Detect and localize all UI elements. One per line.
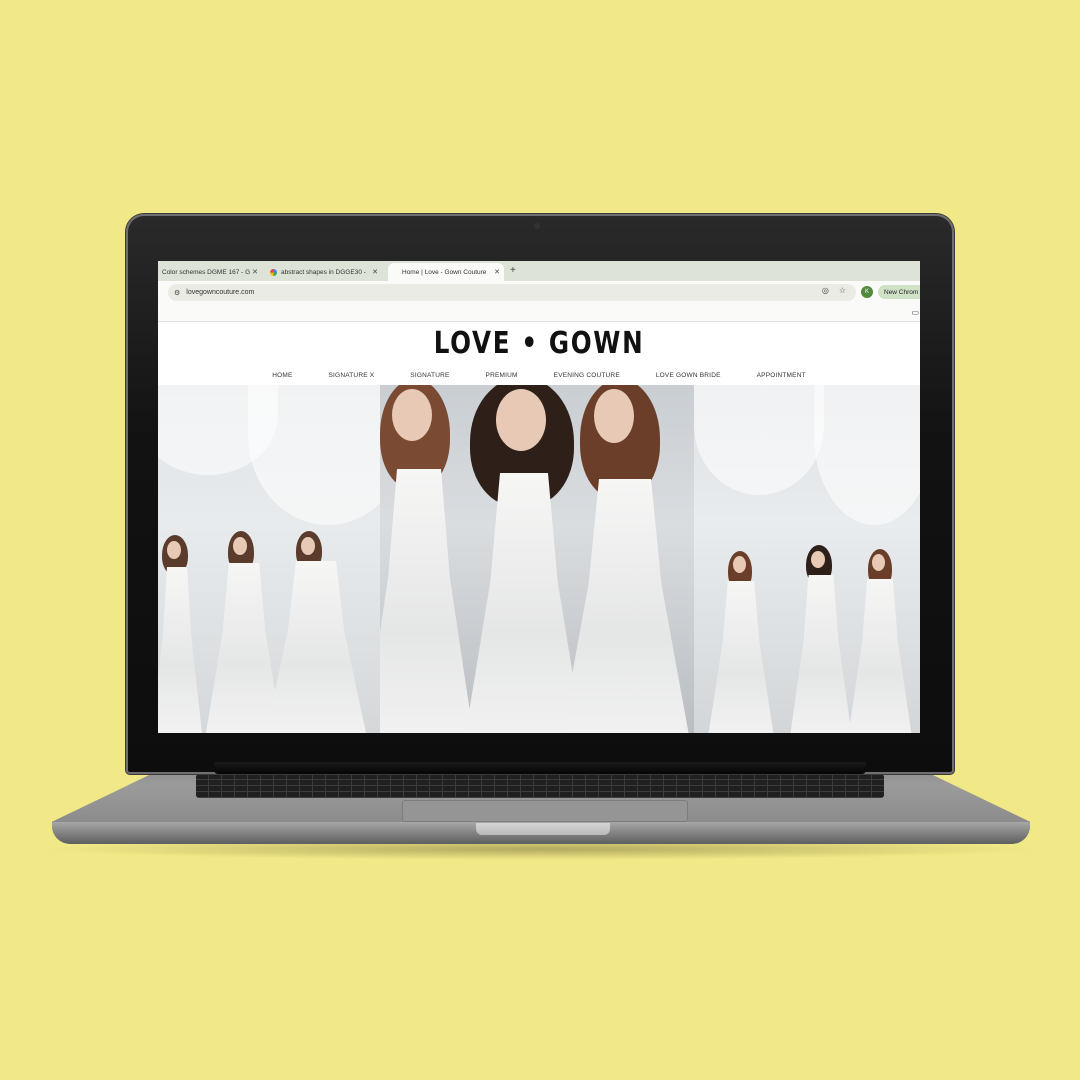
tab-title: abstract shapes in DGGE30 - [281, 268, 366, 276]
tab-strip: Color schemes DGME 167 - G ✕ abstract sh… [158, 261, 920, 281]
folder-icon[interactable]: ▭ [911, 308, 919, 317]
site-header: LOVE • GOWN HOME SIGNATURE X SIGNATURE P… [158, 322, 920, 385]
drape-shape [248, 385, 380, 525]
laptop-notch [476, 823, 610, 835]
tab-color-schemes[interactable]: Color schemes DGME 167 - G ✕ [162, 263, 262, 281]
new-chrome-button[interactable]: New Chrom [878, 285, 920, 299]
profile-avatar[interactable]: K [861, 286, 873, 298]
drape-shape [694, 385, 824, 495]
close-tab-icon[interactable]: ✕ [494, 268, 500, 276]
nav-signature-x[interactable]: SIGNATURE X [311, 372, 393, 379]
nav-home[interactable]: HOME [254, 372, 310, 379]
tab-love-gown-home[interactable]: Home | Love - Gown Couture ✕ [388, 263, 504, 281]
site-settings-icon[interactable]: ⚙ [174, 289, 180, 297]
site-logo[interactable]: LOVE • GOWN [227, 326, 852, 361]
hero-gallery [158, 385, 920, 733]
bookmark-star-icon[interactable]: ☆ [839, 286, 846, 295]
bookmarks-bar: ▭ [158, 305, 920, 322]
main-nav: HOME SIGNATURE X SIGNATURE PREMIUM EVENI… [158, 372, 920, 379]
address-bar[interactable]: ⚙ lovegowncouture.com ◎ ☆ [168, 284, 856, 301]
close-tab-icon[interactable]: ✕ [372, 268, 378, 276]
close-tab-icon[interactable]: ✕ [252, 268, 258, 276]
nav-signature[interactable]: SIGNATURE [392, 372, 467, 379]
tab-abstract-shapes[interactable]: abstract shapes in DGGE30 - ✕ [270, 263, 382, 281]
webcam [534, 223, 540, 229]
nav-evening-couture[interactable]: EVENING COUTURE [536, 372, 638, 379]
nav-premium[interactable]: PREMIUM [468, 372, 536, 379]
toolbar: ⚙ lovegowncouture.com ◎ ☆ K New Chrom [158, 281, 920, 305]
google-favicon-icon [270, 268, 277, 276]
laptop-trackpad [402, 800, 688, 822]
hero-photo-left[interactable] [158, 385, 380, 733]
drape-shape [814, 385, 920, 525]
new-tab-icon[interactable]: + [510, 265, 516, 276]
hero-photo-center[interactable] [380, 385, 694, 733]
hero-photo-right[interactable] [694, 385, 920, 733]
laptop-keyboard [196, 774, 884, 798]
nav-love-gown-bride[interactable]: LOVE GOWN BRIDE [638, 372, 739, 379]
laptop-hinge [214, 762, 866, 774]
tab-title: Color schemes DGME 167 - G [162, 268, 251, 276]
tab-title: Home | Love - Gown Couture [402, 268, 487, 276]
laptop-screen: Color schemes DGME 167 - G ✕ abstract sh… [158, 261, 920, 733]
omnibox-actions: ◎ ☆ [822, 286, 846, 295]
eye-off-icon[interactable]: ◎ [822, 286, 829, 295]
nav-appointment[interactable]: APPOINTMENT [739, 372, 824, 379]
url-text: lovegowncouture.com [186, 289, 255, 296]
